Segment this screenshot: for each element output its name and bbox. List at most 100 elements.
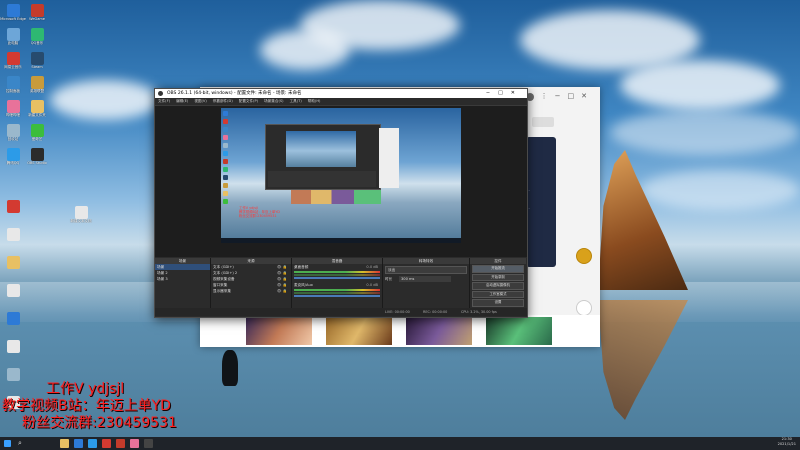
desktop-icon[interactable]: 哔哩哔哩	[0, 100, 26, 117]
rock-reflection	[598, 300, 688, 420]
desktop-icon[interactable]: QQ音乐	[24, 28, 50, 45]
wegame-icon[interactable]	[116, 439, 125, 448]
coin-icon[interactable]	[576, 248, 592, 264]
desktop-icon[interactable]: 英雄联盟	[24, 76, 50, 93]
app-icon	[6, 340, 20, 353]
control-button[interactable]: 启动虚拟摄像机	[472, 282, 524, 290]
search-icon[interactable]: ⌕	[18, 439, 26, 447]
obs-titlebar[interactable]: OBS 26.1.1 (64-bit, windows) - 配置文件: 未命名…	[155, 89, 527, 98]
desktop-icon-label: 哔哩哔哩	[6, 113, 20, 117]
desktop-icon[interactable]: 网易云音乐	[0, 52, 26, 69]
app-icon	[6, 228, 20, 241]
desktop-icon[interactable]: 控制面板	[0, 76, 26, 93]
desktop-icon[interactable]	[0, 312, 26, 325]
track-level: 0.0 dB	[366, 265, 378, 269]
preview-desktop-icon	[223, 143, 228, 148]
search-pill[interactable]	[532, 117, 554, 127]
menu-item[interactable]: 编辑(E)	[176, 99, 188, 103]
volume-slider[interactable]	[294, 295, 380, 297]
desktop-icon-label: 新建文本文档	[70, 219, 92, 223]
desktop-icon[interactable]: 腾讯QQ	[0, 148, 26, 165]
preview-desktop-icon	[223, 159, 228, 164]
qq-icon[interactable]	[88, 439, 97, 448]
thumbnail[interactable]	[406, 317, 472, 345]
thumbnail[interactable]	[326, 317, 392, 345]
stream-preview[interactable]: 工作V ydjsjl 教学视频B站：年迈上单YD 粉丝交流群:230459531	[221, 108, 461, 243]
transition-select[interactable]: 淡出	[385, 266, 467, 274]
bilibili-icon[interactable]	[130, 439, 139, 448]
overlay-text-line2: 教学视频B站：年迈上单YD	[2, 398, 171, 414]
source-label: 显示器采集	[213, 289, 231, 293]
desktop-icon[interactable]	[0, 228, 26, 241]
nested-thumbnails	[291, 190, 381, 204]
track-name: 桌面音频	[294, 265, 309, 269]
start-button[interactable]	[4, 440, 11, 447]
desktop-icon[interactable]	[0, 200, 26, 213]
obs-icon[interactable]	[144, 439, 153, 448]
desktop-icon[interactable]: OBS Studio	[24, 148, 50, 165]
duration-label: 时长	[385, 277, 393, 281]
menu-item[interactable]: 停靠部件(D)	[213, 99, 233, 103]
preview-taskbar	[221, 238, 461, 243]
desktop-icon[interactable]: Microsoft Edge	[0, 4, 26, 21]
edge-icon[interactable]	[74, 439, 83, 448]
desktop-icon[interactable]: 爱奇艺	[24, 124, 50, 141]
thumbnail[interactable]	[246, 317, 312, 345]
menu-item[interactable]: 工具(T)	[290, 99, 302, 103]
volume-meter	[294, 271, 380, 273]
desktop-icon[interactable]	[0, 340, 26, 353]
window-controls[interactable]: ⋮−□✕	[541, 92, 594, 100]
menu-item[interactable]: 场景集合(S)	[264, 99, 283, 103]
help-icon[interactable]	[576, 300, 592, 316]
control-button[interactable]: 设置	[472, 299, 524, 307]
desktop-icon-label: WeGame	[29, 17, 45, 21]
promo-card[interactable]	[526, 137, 556, 267]
cpu-status: CPU: 3.2%, 30.00 fps	[461, 310, 497, 314]
app-icon	[6, 256, 20, 269]
duration-input[interactable]: 300 ms	[399, 276, 451, 282]
music-icon[interactable]	[102, 439, 111, 448]
app-icon	[6, 312, 20, 325]
thumbnail[interactable]	[486, 317, 552, 345]
desktop-icon-label: 网易云音乐	[4, 65, 22, 69]
desktop-icon[interactable]	[0, 368, 26, 381]
control-button[interactable]: 开始推流	[472, 265, 524, 273]
volume-slider[interactable]	[294, 277, 380, 279]
visibility-eye-icon[interactable]: 👁 🔒	[277, 288, 287, 294]
preview-desktop-icon	[223, 111, 228, 116]
system-tray-clock[interactable]: 21:30 2021/1/21	[778, 437, 796, 450]
desktop-icon[interactable]	[0, 284, 26, 297]
desktop-icon[interactable]: 此电脑	[0, 28, 26, 45]
file-explorer-icon[interactable]	[60, 439, 69, 448]
menu-item[interactable]: 帮助(H)	[308, 99, 321, 103]
obs-logo-icon	[158, 91, 163, 96]
obs-window[interactable]: OBS 26.1.1 (64-bit, windows) - 配置文件: 未命名…	[154, 88, 528, 318]
app-icon	[30, 76, 44, 89]
desktop-icon[interactable]: 回收站	[0, 124, 26, 141]
app-icon	[6, 4, 20, 17]
desktop-icon[interactable]: 新建文件夹	[24, 100, 50, 117]
desktop-icon[interactable]: WeGame	[24, 4, 50, 21]
desktop-icon[interactable]: 新建文本文档	[68, 206, 94, 223]
control-button[interactable]: 开始录制	[472, 273, 524, 281]
window-controls[interactable]: −□✕	[486, 89, 523, 98]
thumbnail-strip	[200, 315, 600, 347]
desktop-icon-label: Steam	[31, 65, 43, 69]
menu-item[interactable]: 配置文件(P)	[239, 99, 258, 103]
source-label: 文本 (GDI+) 2	[213, 271, 238, 275]
menu-item[interactable]: 文件(F)	[158, 99, 170, 103]
menu-item[interactable]: 视图(V)	[194, 99, 206, 103]
scene-item[interactable]: 场景 3	[155, 276, 210, 282]
app-icon	[30, 100, 44, 113]
control-button[interactable]: 工作室模式	[472, 290, 524, 298]
app-icon	[30, 52, 44, 65]
source-item[interactable]: 显示器采集 👁 🔒	[211, 288, 291, 294]
desktop-icon[interactable]: Steam	[24, 52, 50, 69]
app-icon	[6, 52, 20, 65]
status-bar: LIVE: 00:00:00 REC: 00:00:00 CPU: 3.2%, …	[155, 308, 527, 316]
track-level: 0.0 dB	[366, 283, 378, 287]
track-name: 麦克风/Aux	[294, 283, 313, 287]
app-icon	[6, 100, 20, 113]
desktop-icon-label: 回收站	[7, 137, 19, 141]
desktop-icon[interactable]	[0, 256, 26, 269]
